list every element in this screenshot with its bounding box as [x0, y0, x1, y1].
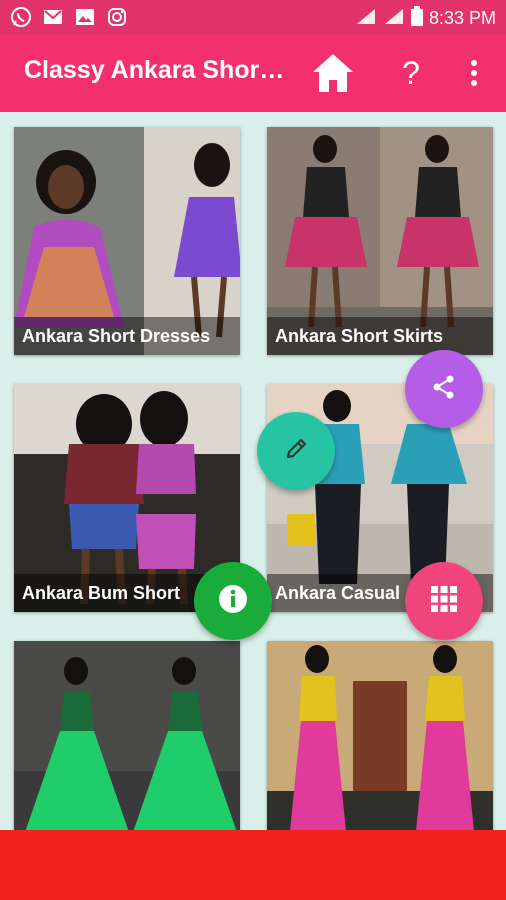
info-icon	[217, 583, 249, 620]
more-options-button[interactable]	[462, 50, 486, 96]
status-bar: 8:33 PM	[0, 0, 506, 34]
tile-photo	[14, 641, 240, 830]
instagram-icon	[106, 6, 128, 28]
signal-icon	[383, 7, 405, 30]
edit-button[interactable]	[257, 412, 335, 490]
apps-button[interactable]	[405, 562, 483, 640]
category-tile[interactable]: Ankara Short Skirts	[267, 127, 493, 355]
share-icon	[431, 374, 457, 405]
category-tile[interactable]	[14, 641, 240, 830]
category-tile[interactable]: Ankara Short Dresses	[14, 127, 240, 355]
help-icon: ?	[402, 55, 420, 91]
more-vert-icon	[462, 60, 486, 100]
gmail-icon	[42, 6, 64, 28]
edit-icon	[282, 435, 310, 468]
app-title: Classy Ankara Short Dresses	[24, 56, 286, 84]
gallery-icon	[74, 6, 96, 28]
help-button[interactable]: ?	[394, 50, 428, 96]
app-bar: Classy Ankara Short Dresses ?	[0, 34, 506, 112]
category-grid: Ankara Short Dresses Ankara Short Skirts	[0, 112, 506, 830]
bottom-banner	[0, 830, 506, 900]
battery-icon	[410, 6, 423, 31]
clock: 8:33 PM	[428, 8, 496, 28]
share-button[interactable]	[405, 350, 483, 428]
tile-caption: Ankara Short Skirts	[267, 317, 493, 355]
category-tile[interactable]	[267, 641, 493, 830]
whatsapp-icon	[10, 6, 32, 28]
apps-grid-icon	[429, 584, 459, 619]
signal-icon	[355, 7, 377, 30]
tile-photo	[267, 641, 493, 830]
home-icon	[309, 54, 357, 100]
home-button[interactable]	[309, 50, 357, 96]
tile-caption: Ankara Short Dresses	[14, 317, 240, 355]
info-button[interactable]	[194, 562, 272, 640]
